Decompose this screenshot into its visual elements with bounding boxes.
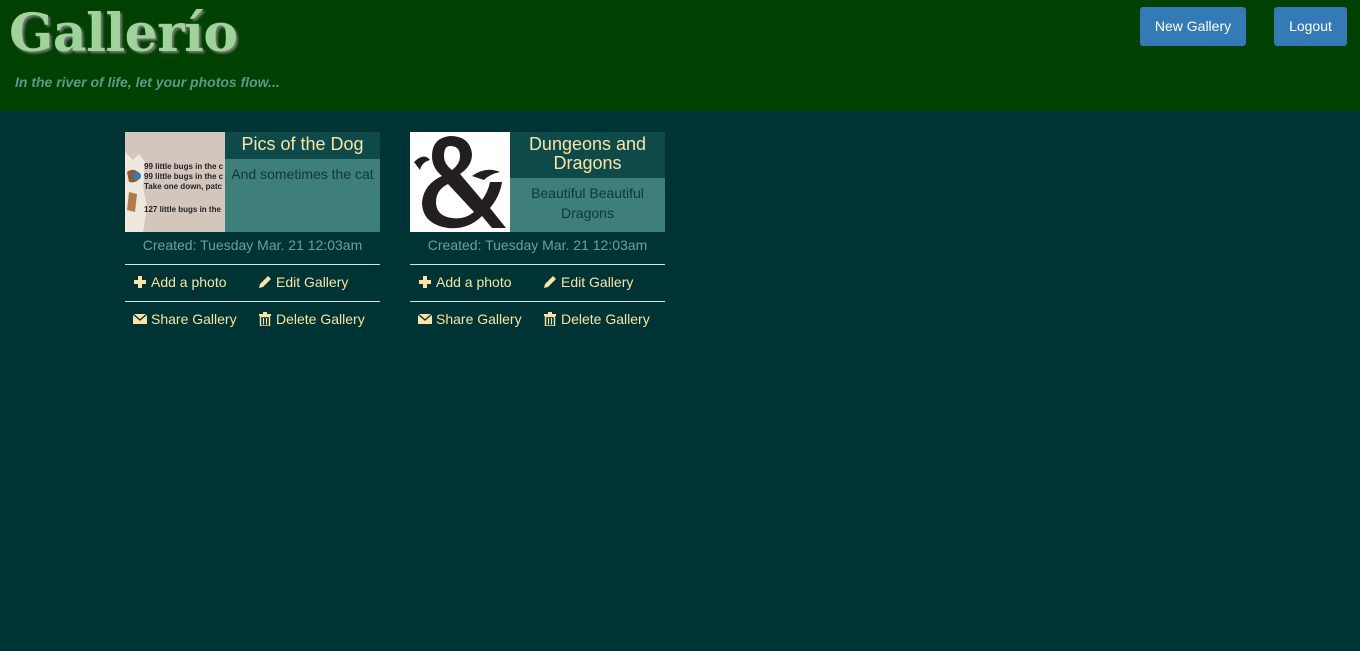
pencil-icon: [259, 276, 271, 288]
gallery-actions-row: Add a photo Edit Gallery: [410, 264, 665, 301]
gallery-info: Pics of the Dog And sometimes the cat: [225, 132, 380, 232]
delete-gallery-button[interactable]: Delete Gallery: [543, 311, 650, 327]
gallery-description: And sometimes the cat: [231, 166, 374, 182]
gallery-description: Beautiful Beautiful Dragons: [531, 185, 644, 221]
plus-icon: [134, 276, 146, 288]
gallery-title[interactable]: Dungeons and Dragons: [510, 132, 665, 178]
delete-gallery-button[interactable]: Delete Gallery: [258, 311, 365, 327]
gallery-title[interactable]: Pics of the Dog: [225, 132, 380, 159]
gallery-created-date: Created: Tuesday Mar. 21 12:03am: [142, 237, 363, 253]
envelope-icon: [133, 313, 147, 324]
gallery-actions-row: Share Gallery Delete Gallery: [410, 301, 665, 338]
pencil-icon: [544, 276, 556, 288]
gallery-created-date: Created: Tuesday Mar. 21 12:03am: [427, 237, 648, 253]
thumbnail-text-line: 99 little bugs in the c: [144, 162, 224, 171]
share-gallery-button[interactable]: Share Gallery: [418, 311, 522, 327]
envelope-icon: [418, 313, 432, 324]
logo[interactable]: Gallerío: [9, 4, 238, 64]
gallery-thumbnail[interactable]: 99 little bugs in the c 99 little bugs i…: [125, 132, 225, 232]
tagline: In the river of life, let your photos fl…: [15, 74, 280, 90]
add-photo-label: Add a photo: [436, 274, 512, 290]
header: Gallerío In the river of life, let your …: [0, 0, 1360, 111]
edit-gallery-label: Edit Gallery: [276, 274, 349, 290]
edit-gallery-button[interactable]: Edit Gallery: [543, 274, 633, 290]
gallery-info: Dungeons and Dragons Beautiful Beautiful…: [510, 132, 665, 232]
gallery-card-top: Dungeons and Dragons Beautiful Beautiful…: [410, 132, 665, 232]
share-gallery-label: Share Gallery: [151, 311, 237, 327]
add-photo-button[interactable]: Add a photo: [418, 274, 512, 290]
thumbnail-text: 99 little bugs in the c 99 little bugs i…: [144, 162, 223, 215]
gallery-actions-row: Share Gallery Delete Gallery: [125, 301, 380, 338]
edit-gallery-button[interactable]: Edit Gallery: [258, 274, 348, 290]
gallery-card: Dungeons and Dragons Beautiful Beautiful…: [410, 132, 665, 338]
dragon-ampersand-image: [410, 132, 510, 232]
share-gallery-label: Share Gallery: [436, 311, 522, 327]
thumbnail-text-line: 127 little bugs in the: [144, 205, 221, 214]
plus-icon: [419, 276, 431, 288]
logout-button[interactable]: Logout: [1274, 7, 1347, 46]
thumbnail-text-line: 99 little bugs in the c: [144, 172, 224, 181]
trash-icon: [544, 312, 556, 326]
gallery-actions-row: Add a photo Edit Gallery: [125, 264, 380, 301]
thumbnail-text-line: Take one down, patc: [144, 182, 223, 191]
gallery-thumbnail[interactable]: [410, 132, 510, 232]
add-photo-label: Add a photo: [151, 274, 227, 290]
new-gallery-button[interactable]: New Gallery: [1140, 7, 1246, 46]
trash-icon: [259, 312, 271, 326]
add-photo-button[interactable]: Add a photo: [133, 274, 227, 290]
share-gallery-button[interactable]: Share Gallery: [133, 311, 237, 327]
edit-gallery-label: Edit Gallery: [561, 274, 634, 290]
delete-gallery-label: Delete Gallery: [276, 311, 365, 327]
gallery-card: 99 little bugs in the c 99 little bugs i…: [125, 132, 380, 338]
delete-gallery-label: Delete Gallery: [561, 311, 650, 327]
gallery-card-top: 99 little bugs in the c 99 little bugs i…: [125, 132, 380, 232]
